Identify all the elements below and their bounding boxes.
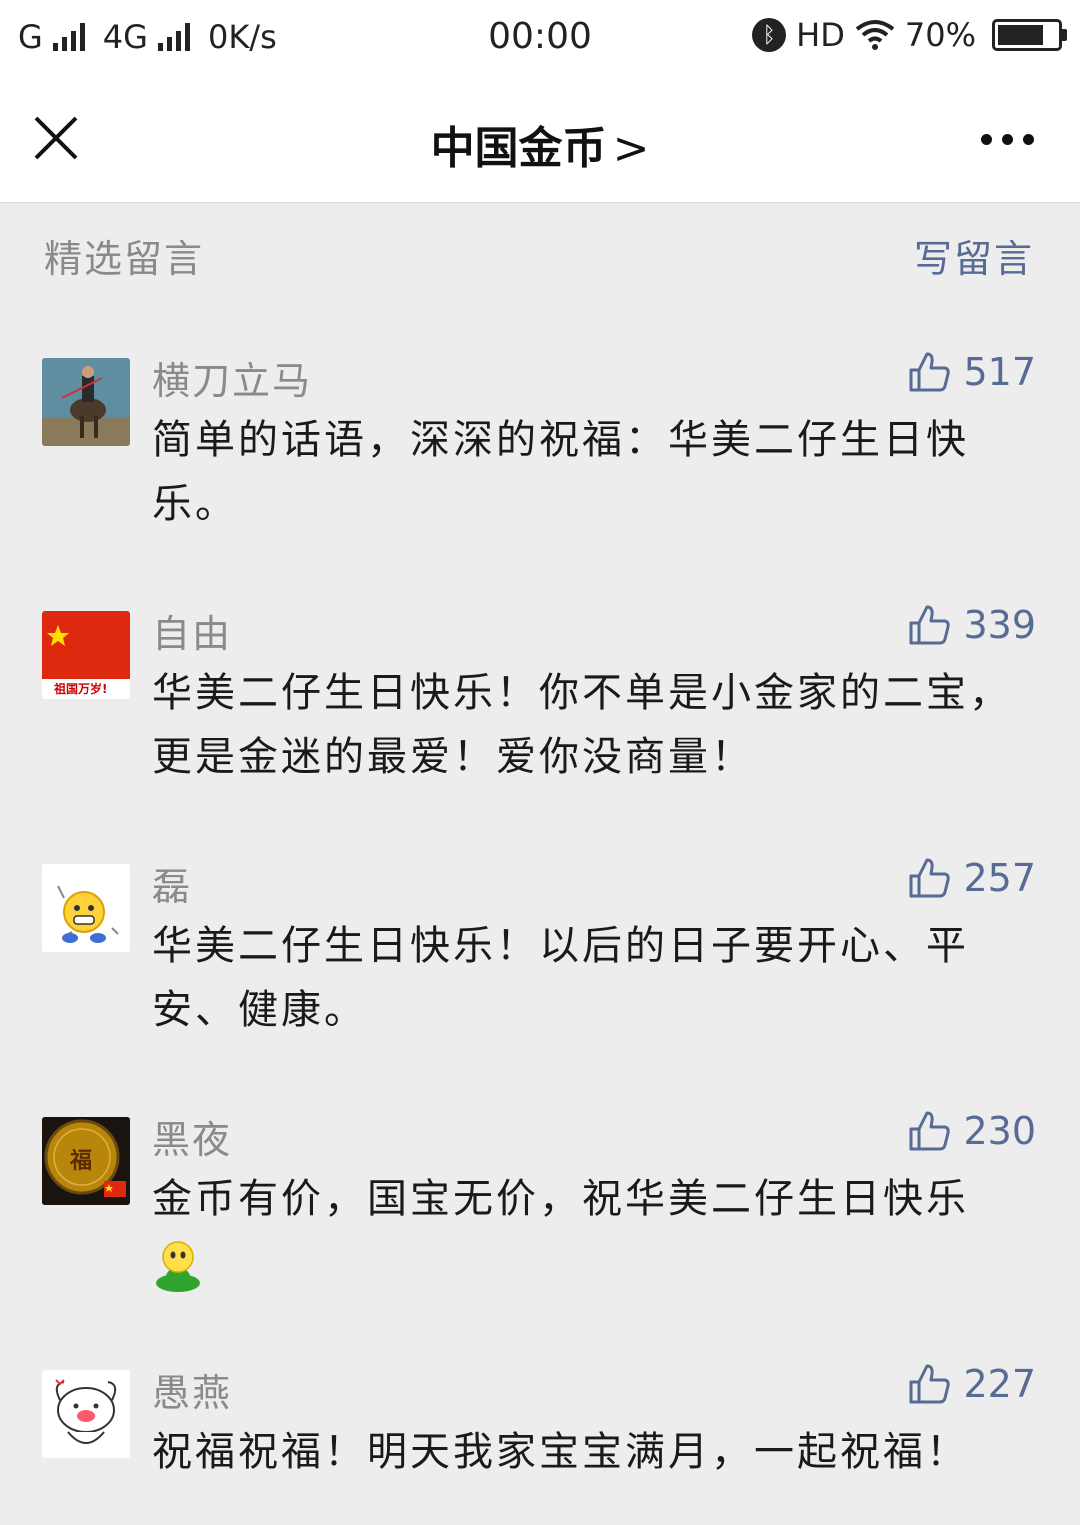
write-comment-button[interactable]: 写留言 [914,228,1034,283]
thumbs-up-icon [909,858,951,898]
comment-text: 简单的话语，深深的祝福：华美二仔生日快乐。 [152,417,969,527]
like-count: 230 [963,1109,1036,1153]
comments-header: 精选留言 写留言 [0,224,1080,284]
like-button[interactable]: 339 [907,603,1036,647]
comment-nickname: 横刀立马 [152,359,313,403]
avatar-caption: 祖国万岁! [54,682,108,696]
system-status: ᛒ HD 70% [752,16,1067,54]
like-count: 339 [963,603,1036,647]
avatar[interactable] [42,1370,130,1458]
like-count: 517 [963,350,1036,394]
comment-text: 祝福祝福！明天我家宝宝满月，一起祝福！ [152,1429,969,1475]
like-count: 227 [963,1362,1036,1406]
wifi-icon [855,20,895,50]
thumbs-up-icon [909,605,951,645]
comment-nickname: 自由 [152,612,233,656]
like-button[interactable]: 230 [907,1109,1036,1153]
comment-text: 华美二仔生日快乐！以后的日子要开心、平安、健康。 [152,923,969,1033]
comment-text: 金币有价，国宝无价，祝华美二仔生日快乐 [152,1167,1012,1295]
thumbs-up-icon [909,1111,951,1151]
navigation-bar: 中国金币 > [0,78,1080,203]
like-button[interactable]: 257 [907,856,1036,900]
comment-nickname: 磊 [152,865,193,909]
like-count: 257 [963,856,1036,900]
page-title: 中国金币 [430,123,607,174]
status-bar: G 4G 0K/s 00:00 ᛒ HD 70% [0,0,1080,78]
section-title: 精选留言 [44,237,205,281]
smiley-emoji-icon [156,1241,200,1292]
comment-text-body: 金币有价，国宝无价，祝华美二仔生日快乐 [152,1176,969,1222]
comment-nickname: 愚燕 [152,1371,233,1415]
account-title-link[interactable]: 中国金币 > [0,112,1080,176]
avatar[interactable]: 祖国万岁! [42,611,130,699]
more-icon[interactable] [981,134,1034,145]
hd-indicator: HD [796,16,845,54]
like-button[interactable]: 517 [907,350,1036,394]
thumbs-up-icon [909,352,951,392]
like-button[interactable]: 227 [907,1362,1036,1406]
comment-nickname: 黑夜 [152,1118,233,1162]
thumbs-up-icon [909,1364,951,1404]
battery-percent: 70% [904,16,976,54]
bluetooth-icon: ᛒ [752,18,787,52]
comment-text: 华美二仔生日快乐！你不单是小金家的二宝，更是金迷的最爱！爱你没商量！ [152,670,1012,780]
battery-icon [992,19,1067,51]
avatar[interactable]: 福 [42,1117,130,1205]
chevron-right-icon: > [612,123,650,174]
avatar[interactable] [42,864,130,952]
avatar[interactable] [42,358,130,446]
avatar-caption: 福 [70,1149,93,1174]
